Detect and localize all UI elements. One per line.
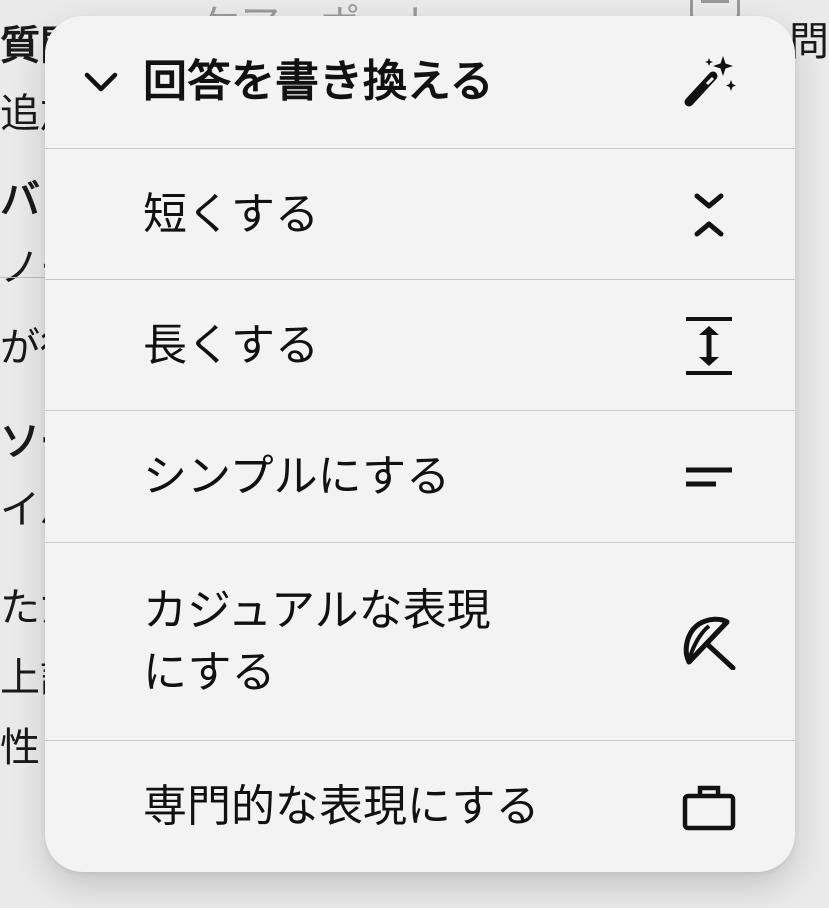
make-shorter-label: 短くする xyxy=(143,188,319,240)
rewrite-menu: 回答を書き換える 短くする 長くする シンプルにする カジュアルな表現 にする … xyxy=(45,16,795,872)
make-simpler-item[interactable]: シンプルにする xyxy=(45,410,795,543)
magic-wand-icon xyxy=(681,54,737,110)
short-lines-icon xyxy=(681,449,737,505)
make-longer-label: 長くする xyxy=(143,319,319,371)
chevron-down-icon[interactable] xyxy=(83,64,119,100)
briefcase-icon xyxy=(681,779,737,835)
make-simpler-label: シンプルにする xyxy=(143,451,451,502)
make-casual-item[interactable]: カジュアルな表現 にする xyxy=(45,542,795,741)
make-professional-item[interactable]: 専門的な表現にする xyxy=(45,740,795,872)
make-longer-item[interactable]: 長くする xyxy=(45,279,795,411)
make-shorter-item[interactable]: 短くする xyxy=(45,148,795,280)
beach-umbrella-icon xyxy=(681,614,737,670)
make-casual-label: カジュアルな表現 にする xyxy=(143,585,491,698)
rewrite-answer-header[interactable]: 回答を書き換える xyxy=(45,16,795,148)
make-professional-label: 専門的な表現にする xyxy=(143,781,540,832)
compress-icon xyxy=(681,187,737,243)
rewrite-answer-label: 回答を書き換える xyxy=(143,56,494,107)
bg-right-fragment: 問 xyxy=(789,19,829,65)
expand-icon xyxy=(681,316,737,375)
bg-divider xyxy=(0,277,48,278)
